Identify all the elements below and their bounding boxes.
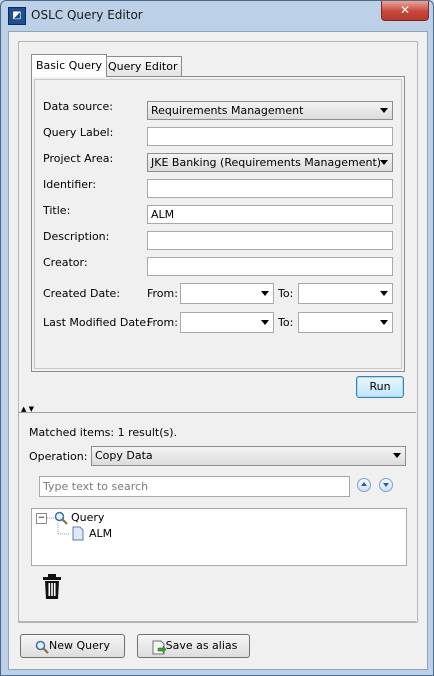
previous-match-button[interactable] (357, 478, 371, 492)
creator-label: Creator: (43, 256, 88, 269)
query-search-icon (54, 511, 68, 525)
chevron-down-icon (380, 160, 388, 165)
identifier-input[interactable] (147, 179, 393, 198)
arrow-up-icon (361, 482, 367, 486)
results-tree: − Query ALM (31, 508, 407, 566)
last-modified-date-label: Last Modified Date: (43, 316, 150, 329)
operation-label: Operation: (29, 450, 88, 463)
tree-node-alm[interactable]: ALM (89, 527, 112, 540)
project-area-label: Project Area: (43, 152, 114, 165)
footer-divider (18, 621, 416, 622)
new-query-label: New Query (49, 639, 110, 652)
data-source-value: Requirements Management (151, 104, 304, 117)
modified-from-label: From: (147, 316, 178, 329)
matched-items-count: 1 result(s). (117, 426, 178, 439)
matched-items-label: Matched items: 1 result(s). (29, 426, 177, 439)
created-to-label: To: (278, 287, 294, 300)
project-area-select[interactable]: JKE Banking (Requirements Management) (147, 153, 393, 172)
chevron-down-icon (380, 320, 388, 325)
chevron-down-icon (393, 453, 401, 458)
document-icon (72, 526, 84, 541)
basic-query-panel: Data source: Requirements Management Que… (31, 76, 405, 372)
description-input[interactable] (147, 231, 393, 250)
splitter[interactable] (18, 412, 416, 413)
title-bar[interactable]: ◩ OSLC Query Editor ✕ (1, 1, 433, 31)
description-label: Description: (43, 230, 110, 243)
created-from-label: From: (147, 287, 178, 300)
chevron-down-icon (261, 291, 269, 296)
dialog-body: Basic Query Query Editor Data source: Re… (8, 31, 428, 670)
next-match-button[interactable] (379, 478, 393, 492)
app-icon: ◩ (8, 7, 26, 25)
search-icon (35, 640, 49, 654)
operation-value: Copy Data (95, 449, 153, 462)
chevron-down-icon (380, 291, 388, 296)
dialog-window: ◩ OSLC Query Editor ✕ Basic Query Query … (0, 0, 434, 676)
title-input[interactable]: ALM (147, 205, 393, 224)
new-query-button[interactable]: New Query (20, 634, 125, 658)
tree-node-query[interactable]: Query (71, 511, 104, 524)
chevron-down-icon (261, 320, 269, 325)
created-from-date-picker[interactable] (180, 283, 274, 304)
project-area-value: JKE Banking (Requirements Management) (151, 156, 382, 169)
trash-icon[interactable] (41, 574, 63, 600)
save-alias-icon (152, 640, 167, 655)
data-source-select[interactable]: Requirements Management (147, 101, 393, 120)
query-label-input[interactable] (147, 127, 393, 146)
run-button[interactable]: Run (356, 376, 404, 398)
tab-query-editor[interactable]: Query Editor (103, 56, 183, 77)
basic-query-form: Data source: Requirements Management Que… (34, 79, 402, 369)
save-as-alias-button[interactable]: Save as alias (137, 634, 250, 658)
title-label: Title: (43, 204, 71, 217)
modified-to-date-picker[interactable] (298, 312, 393, 333)
search-input[interactable]: Type text to search (39, 476, 350, 497)
tab-basic-query[interactable]: Basic Query (31, 54, 108, 77)
window-title: OSLC Query Editor (31, 8, 143, 22)
created-date-label: Created Date: (43, 287, 121, 300)
operation-select[interactable]: Copy Data (91, 446, 406, 466)
close-button[interactable]: ✕ (381, 1, 429, 21)
created-to-date-picker[interactable] (298, 283, 393, 304)
creator-input[interactable] (147, 257, 393, 276)
modified-to-label: To: (278, 316, 294, 329)
chevron-down-icon (380, 108, 388, 113)
query-label-label: Query Label: (43, 126, 114, 139)
matched-items-caption: Matched items: (29, 426, 115, 439)
save-alias-label: Save as alias (165, 639, 238, 652)
identifier-label: Identifier: (43, 178, 97, 191)
data-source-label: Data source: (43, 100, 113, 113)
arrow-down-icon (383, 483, 389, 487)
modified-from-date-picker[interactable] (180, 312, 274, 333)
